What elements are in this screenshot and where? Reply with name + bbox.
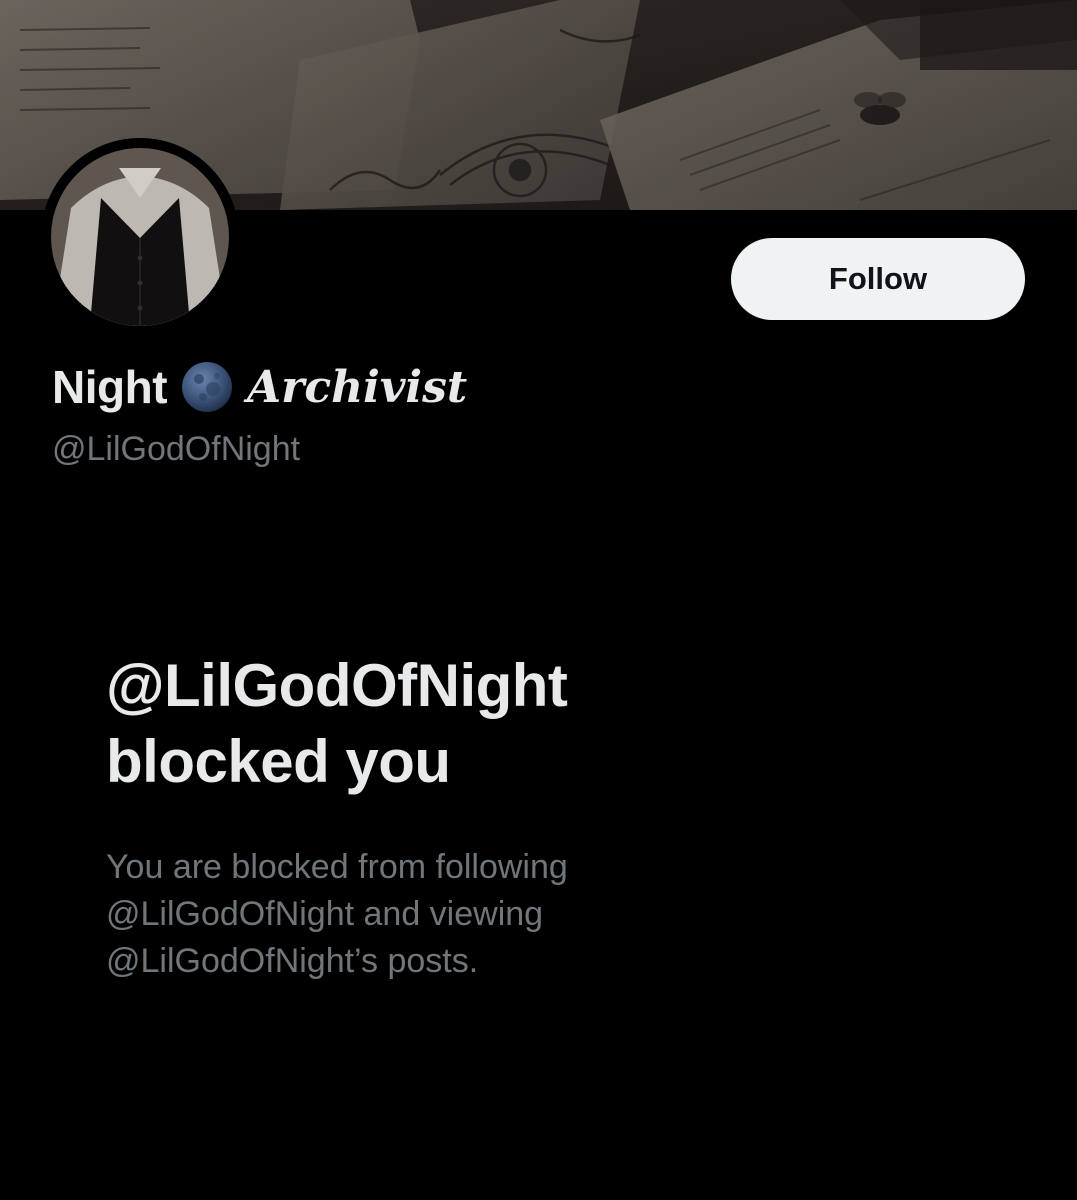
blocked-description-line: @LilGodOfNight and viewing xyxy=(106,895,544,933)
display-name-suffix: Archivist xyxy=(247,361,468,413)
blocked-description-line: @LilGodOfNight’s posts. xyxy=(106,942,479,980)
moon-icon xyxy=(179,359,235,415)
blocked-title: @LilGodOfNight blocked you xyxy=(106,648,866,800)
blocked-description-line: You are blocked from following xyxy=(106,848,568,886)
avatar-photo xyxy=(41,138,239,336)
follow-button[interactable]: Follow xyxy=(731,238,1025,320)
blocked-description: You are blocked from following @LilGodOf… xyxy=(106,844,866,985)
display-name-row: Night Archivist xyxy=(52,352,467,422)
blocked-title-line: @LilGodOfNight xyxy=(106,652,568,719)
blocked-title-line: blocked you xyxy=(106,728,451,795)
avatar[interactable] xyxy=(41,138,239,336)
profile-handle: @LilGodOfNight xyxy=(52,430,301,468)
display-name-prefix: Night xyxy=(52,361,168,413)
